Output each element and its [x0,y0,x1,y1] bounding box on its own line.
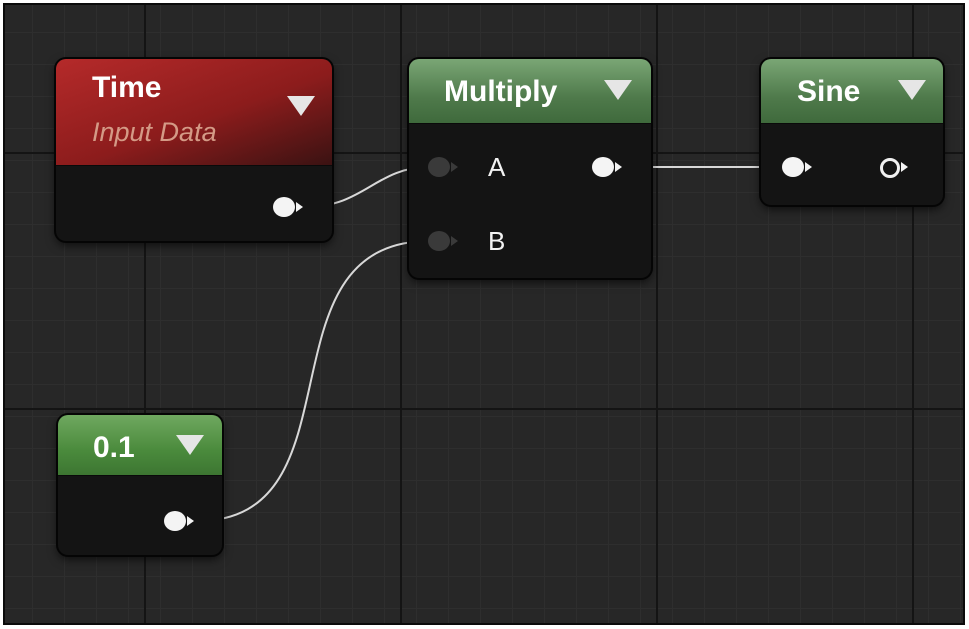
multiply-input-a-label: A [488,152,506,182]
sine-node[interactable]: Sine [761,59,943,205]
sine-node-title: Sine [797,75,861,108]
pin-arrow-icon [451,236,458,246]
multiply-node-header[interactable]: Multiply [409,59,651,124]
sine-node-header[interactable]: Sine [761,59,943,124]
pin-arrow-icon [187,516,194,526]
pin-arrow-icon [805,162,812,172]
time-node[interactable]: Time Input Data [56,59,332,241]
pin-arrow-icon [296,202,303,212]
pin-arrow-icon [615,162,622,172]
chevron-down-icon[interactable] [604,80,632,100]
multiply-input-a-pin[interactable] [428,157,450,177]
multiply-input-b-pin[interactable] [428,231,450,251]
pin-arrow-icon [451,162,458,172]
time-node-title: Time [92,71,162,104]
multiply-input-b-label: B [488,226,506,256]
material-graph-canvas[interactable]: Time Input Data Multiply A B Sine 0.1 [3,3,965,625]
constant-node[interactable]: 0.1 [58,415,222,555]
time-node-subtitle: Input Data [92,117,217,147]
pin-arrow-icon [901,162,908,172]
multiply-node[interactable]: Multiply A B [409,59,651,278]
multiply-output-pin[interactable] [592,157,614,177]
chevron-down-icon[interactable] [176,435,204,455]
sine-output-pin-icon[interactable] [880,158,900,178]
chevron-down-icon[interactable] [287,96,315,116]
wire-constant-to-multiply-b [196,240,431,522]
sine-input-pin[interactable] [782,157,804,177]
chevron-down-icon[interactable] [898,80,926,100]
constant-node-value: 0.1 [93,431,135,464]
multiply-node-title: Multiply [444,75,558,108]
time-node-header[interactable]: Time Input Data [56,59,332,166]
constant-node-header[interactable]: 0.1 [58,415,222,476]
time-output-pin[interactable] [273,197,295,217]
constant-output-pin[interactable] [164,511,186,531]
